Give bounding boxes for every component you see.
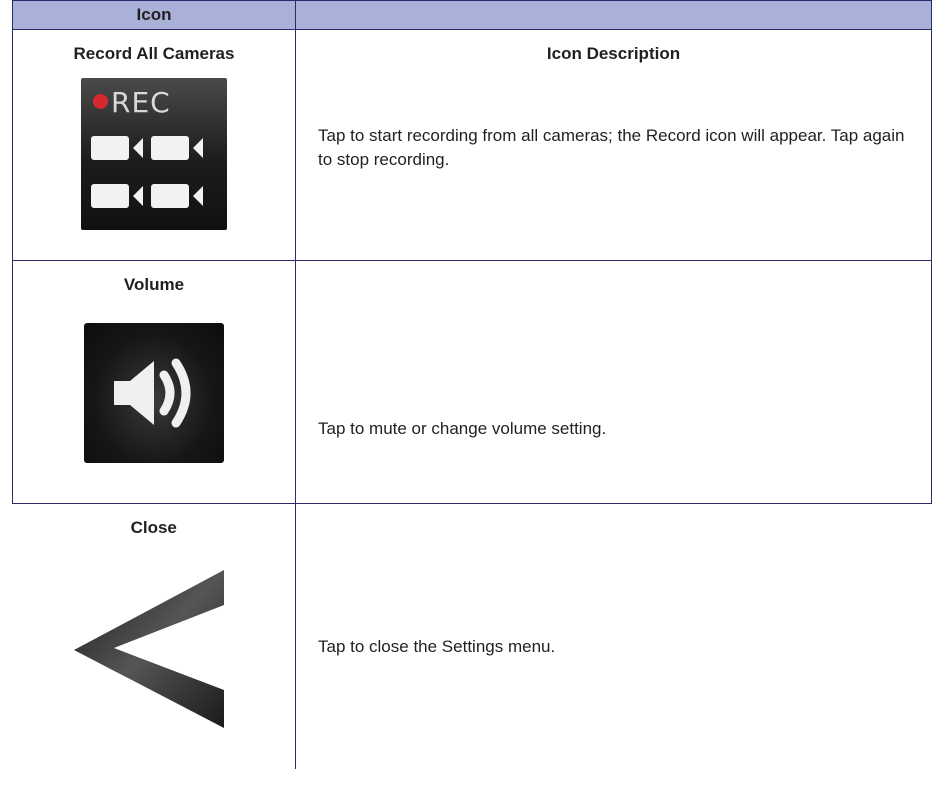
icon-reference-table: Icon Record All Cameras REC Icon Descrip… (12, 0, 932, 796)
icon-name: Close (130, 518, 177, 537)
camera-lens-icon (133, 186, 143, 206)
speaker-icon (114, 358, 191, 428)
description-cell: Icon Description Tap to start recording … (295, 29, 932, 261)
volume-icon (84, 323, 224, 463)
icon-cell: Volume (12, 260, 296, 504)
table-row: Volume Tap to mute or change volume sett… (12, 260, 932, 504)
table-row: Close Tap to close the Settings menu. (12, 503, 932, 769)
description-text: Tap to start recording from all cameras;… (318, 126, 905, 169)
camera-lens-icon (133, 138, 143, 158)
icon-name: Record All Cameras (73, 44, 235, 63)
icon-table: Icon Record All Cameras REC Icon Descrip… (12, 0, 932, 769)
icon-name: Volume (123, 275, 185, 294)
header-icon: Icon (12, 0, 296, 30)
camera-lens-icon (193, 186, 203, 206)
description-cell: Tap to mute or change volume setting. (295, 260, 932, 504)
camera-icon (151, 184, 189, 208)
record-dot-icon (93, 94, 108, 109)
chevron-left-icon (73, 570, 224, 728)
icon-cell: Close (12, 503, 296, 769)
camera-icon (91, 184, 129, 208)
record-all-cameras-icon: REC (81, 78, 227, 230)
close-chevron-icon (73, 560, 234, 730)
header-blank (295, 0, 932, 30)
camera-icon (91, 136, 129, 160)
description-text: Tap to mute or change volume setting. (318, 419, 607, 438)
table-row: Record All Cameras REC Icon Description … (12, 29, 932, 261)
table-header-row: Icon (12, 0, 932, 30)
camera-icon (151, 136, 189, 160)
description-text: Tap to close the Settings menu. (318, 637, 556, 656)
camera-lens-icon (193, 138, 203, 158)
icon-cell: Record All Cameras REC (12, 29, 296, 261)
description-title: Icon Description (546, 44, 681, 63)
description-cell: Tap to close the Settings menu. (295, 503, 932, 769)
rec-label: REC (111, 86, 171, 119)
